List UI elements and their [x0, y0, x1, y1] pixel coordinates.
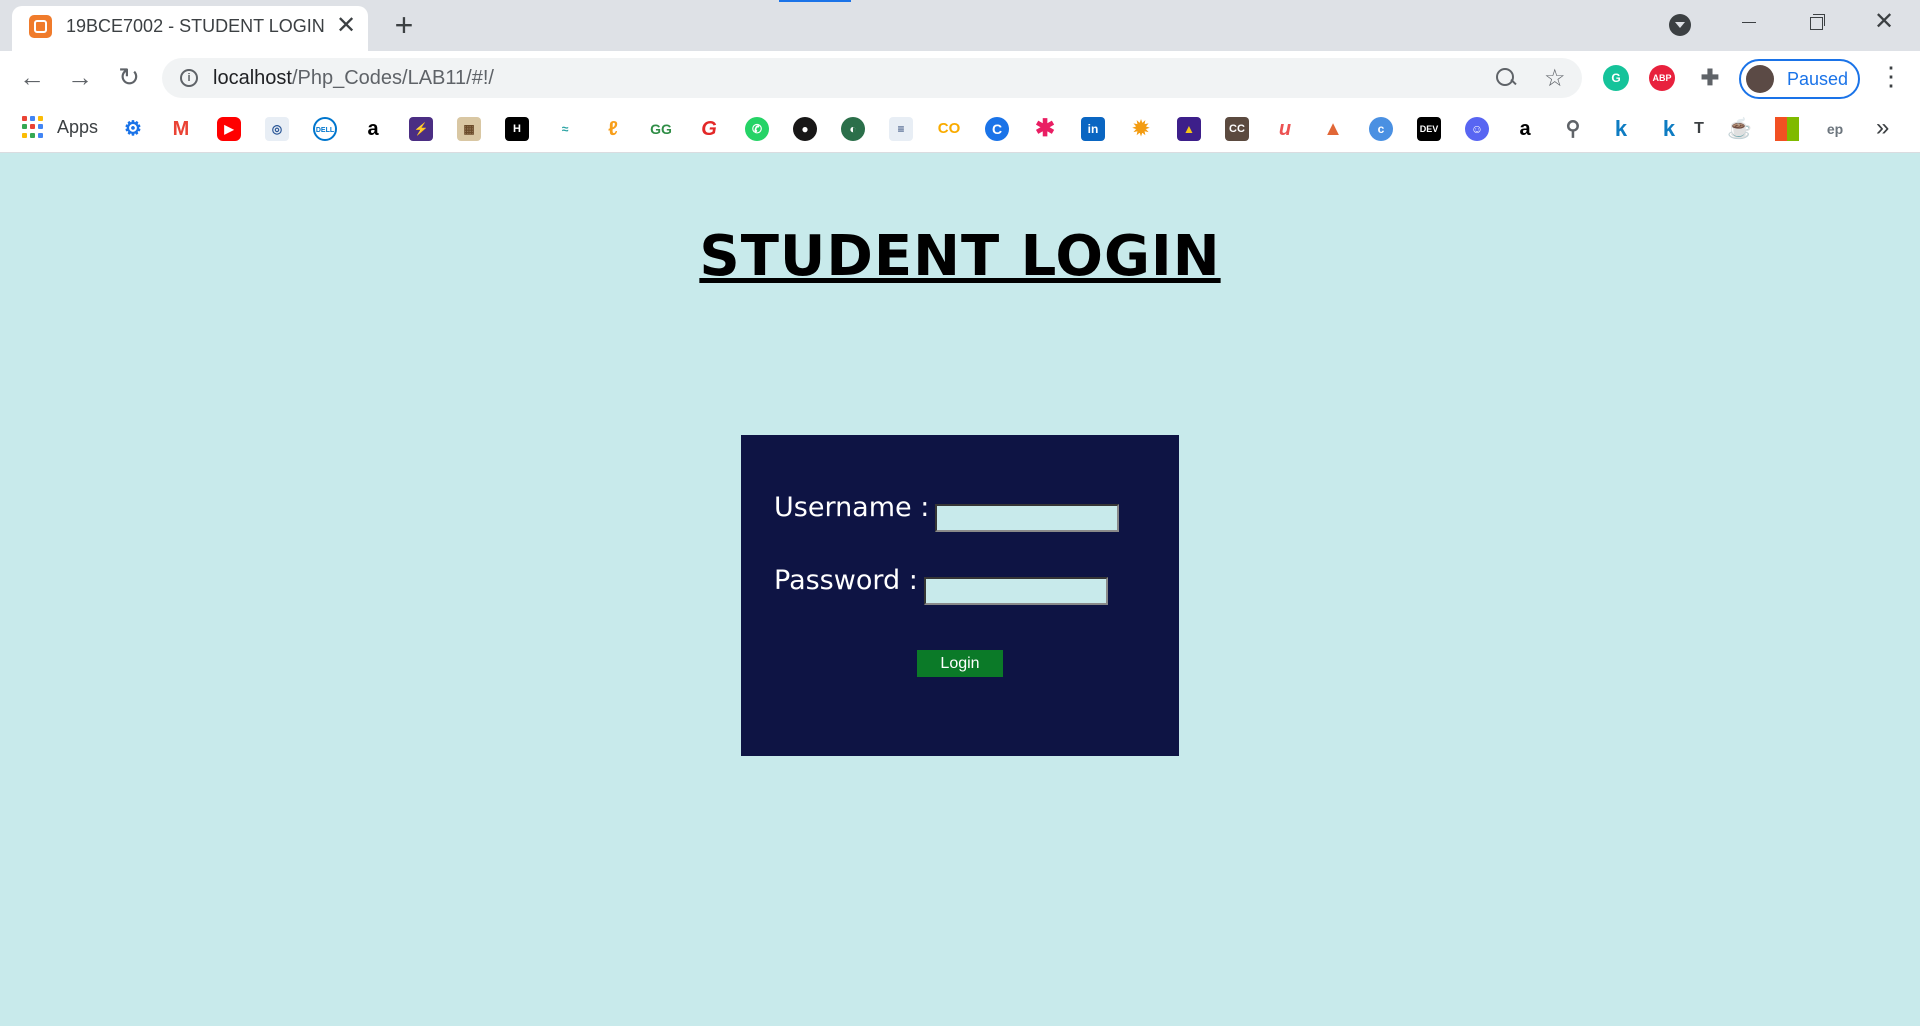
cc-bookmark-icon[interactable]: CC	[1225, 117, 1249, 141]
settings-bookmark-icon[interactable]: ⚙	[121, 117, 145, 141]
password-input[interactable]	[924, 577, 1108, 605]
adblock-plus-extension-icon[interactable]: ABP	[1649, 65, 1675, 91]
k-bookmark-icon[interactable]: k	[1609, 117, 1633, 141]
minimize-window-button[interactable]	[1716, 0, 1780, 44]
asterisk-bookmark-icon[interactable]: ✱	[1033, 117, 1057, 141]
apps-grid-icon[interactable]	[22, 116, 44, 138]
bookmark-star-icon[interactable]: ☆	[1544, 64, 1566, 93]
matlab-bookmark-icon[interactable]: ▲	[1321, 117, 1345, 141]
t-bookmark-icon[interactable]: T	[1687, 117, 1711, 141]
tab-strip: 19BCE7002 - STUDENT LOGIN ✕ + ✕	[0, 0, 1920, 51]
bookmarks-bar: Apps ⚙ M ▶ ◎ DELL a ⚡ ▦ H ≈ ℓ GG G ✆ ● ◐…	[0, 106, 1920, 153]
profile-status: Paused	[1787, 69, 1849, 89]
graph-bookmark-icon[interactable]: ≈	[553, 117, 577, 141]
extensions-puzzle-icon[interactable]: ✚	[1697, 65, 1723, 91]
grammarly-extension-icon[interactable]: G	[1603, 65, 1629, 91]
k-2-bookmark-icon[interactable]: k	[1657, 117, 1681, 141]
login-button[interactable]: Login	[917, 650, 1003, 677]
discord-bookmark-icon[interactable]: ☺	[1465, 117, 1489, 141]
amazon-bookmark-icon[interactable]: a	[361, 117, 385, 141]
profile-button[interactable]: Paused	[1739, 59, 1860, 99]
page-content: STUDENT LOGIN Username : Password : Logi…	[0, 154, 1920, 1026]
leetcode-bookmark-icon[interactable]: ℓ	[601, 117, 625, 141]
amazon-2-bookmark-icon[interactable]: a	[1513, 117, 1537, 141]
browser-tab-active[interactable]: 19BCE7002 - STUDENT LOGIN ✕	[12, 6, 368, 51]
udemy-bookmark-icon[interactable]: u	[1273, 117, 1297, 141]
bookmarks-overflow-icon[interactable]: »	[1876, 114, 1889, 142]
c-bookmark-icon[interactable]: C	[985, 117, 1009, 141]
dell-bookmark-icon[interactable]: DELL	[313, 117, 337, 141]
address-bar[interactable]: i localhost/Php_Codes/LAB11/#!/ ☆	[162, 58, 1582, 98]
xampp-favicon-icon	[29, 15, 52, 38]
back-arrow-icon[interactable]: ←	[14, 60, 50, 96]
close-window-button[interactable]: ✕	[1852, 0, 1916, 44]
url-host: localhost	[213, 67, 292, 89]
loading-indicator	[779, 0, 851, 2]
tab-title: 19BCE7002 - STUDENT LOGIN	[66, 16, 325, 36]
sun-bookmark-icon[interactable]: ✹	[1129, 117, 1153, 141]
apps-label[interactable]: Apps	[57, 117, 98, 138]
java-bookmark-icon[interactable]: ☕	[1727, 117, 1752, 141]
url-path: /Php_Codes/LAB11/#!/	[291, 67, 494, 89]
bolt-bookmark-icon[interactable]: ⚡	[409, 117, 433, 141]
tab-search-icon[interactable]	[1669, 14, 1691, 36]
username-input[interactable]	[935, 504, 1119, 532]
page-title: STUDENT LOGIN	[699, 224, 1221, 289]
browser-toolbar: ← → ↻ i localhost/Php_Codes/LAB11/#!/ ☆ …	[0, 51, 1920, 106]
forward-arrow-icon[interactable]: →	[62, 60, 98, 96]
site-info-icon[interactable]: i	[180, 69, 198, 87]
site-bookmark-icon[interactable]: ◎	[265, 117, 289, 141]
youtube-bookmark-icon[interactable]: ▶	[217, 117, 241, 141]
reload-icon[interactable]: ↻	[111, 60, 147, 96]
password-label: Password :	[774, 565, 918, 596]
tab-close-icon[interactable]: ✕	[334, 14, 358, 38]
c-circle-bookmark-icon[interactable]: c	[1369, 117, 1393, 141]
data-bookmark-icon[interactable]: ▲	[1177, 117, 1201, 141]
gmail-bookmark-icon[interactable]: M	[169, 117, 193, 141]
grammarly-g-bookmark-icon[interactable]: G	[697, 117, 721, 141]
restore-window-button[interactable]	[1784, 0, 1848, 44]
geeksforgeeks-bookmark-icon[interactable]: GG	[649, 117, 673, 141]
username-label: Username :	[774, 492, 930, 523]
linkedin-bookmark-icon[interactable]: in	[1081, 117, 1105, 141]
login-form: Username : Password : Login	[741, 435, 1179, 756]
dev-bookmark-icon[interactable]: DEV	[1417, 117, 1441, 141]
whatsapp-bookmark-icon[interactable]: ✆	[745, 117, 769, 141]
new-tab-button[interactable]: +	[388, 9, 420, 42]
search-bookmark-icon[interactable]: ⚲	[1561, 117, 1585, 141]
colab-bookmark-icon[interactable]: CO	[937, 117, 961, 141]
browser-menu-icon[interactable]: ⋮	[1878, 63, 1904, 93]
zoom-out-icon[interactable]	[1495, 67, 1517, 89]
url-text[interactable]: localhost/Php_Codes/LAB11/#!/	[213, 67, 494, 90]
github-bookmark-icon[interactable]: ●	[793, 117, 817, 141]
avatar	[1746, 65, 1774, 93]
microsoft-bookmark-icon[interactable]	[1775, 117, 1799, 141]
hackerearth-bookmark-icon[interactable]: H	[505, 117, 529, 141]
ep-bookmark-icon[interactable]: ep	[1823, 117, 1847, 141]
notes-bookmark-icon[interactable]: ≡	[889, 117, 913, 141]
image-bookmark-icon[interactable]: ▦	[457, 117, 481, 141]
coursera-bookmark-icon[interactable]: ◐	[841, 117, 865, 141]
